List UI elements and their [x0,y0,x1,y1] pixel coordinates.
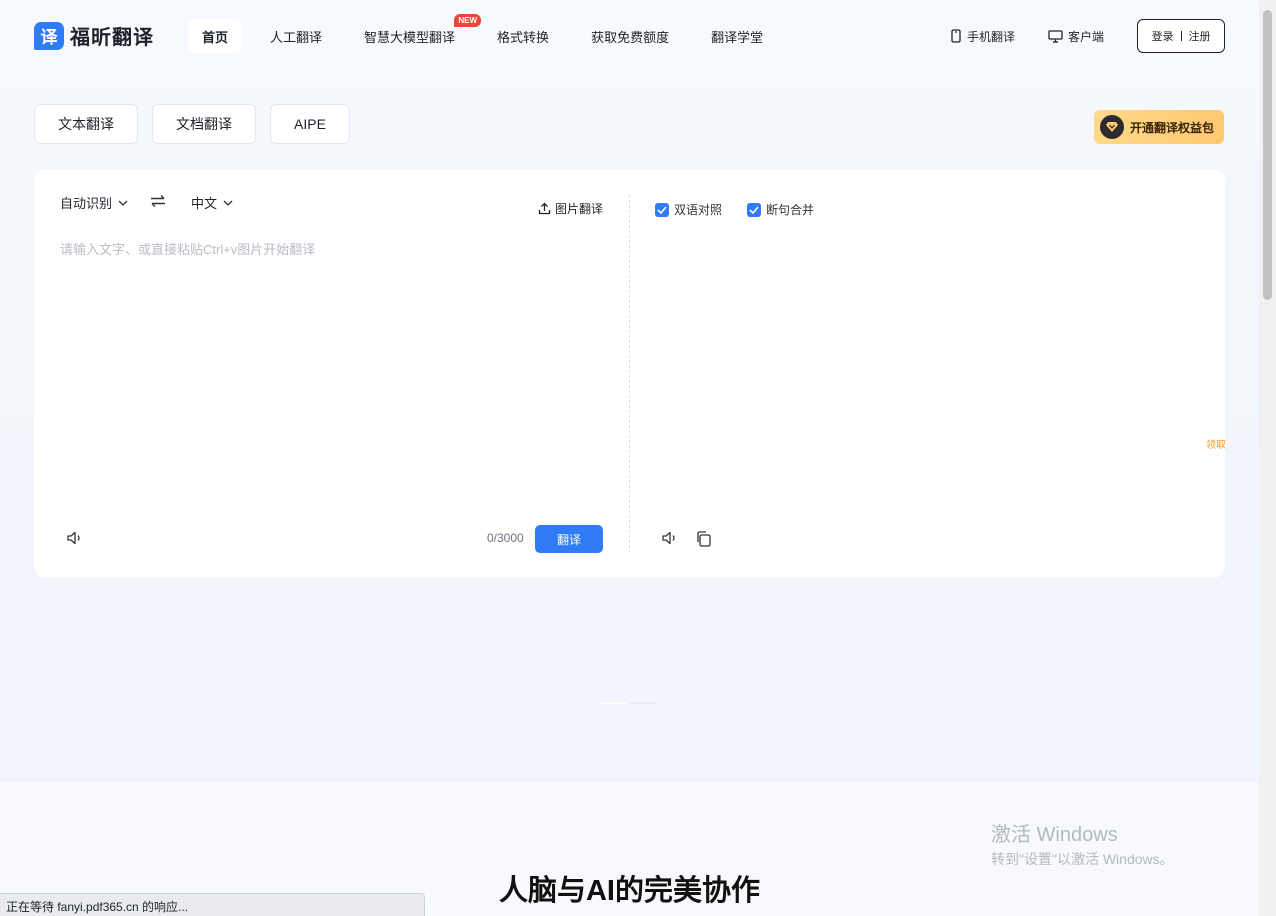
tab-document-translate[interactable]: 文档翻译 [152,104,256,144]
scrollbar-thumb[interactable] [1263,10,1272,300]
logo-icon: 译 [34,21,64,50]
client-label: 客户端 [1067,29,1104,44]
copy-icon[interactable] [695,530,713,548]
mode-tabs: 文本翻译 文档翻译 AIPE [34,104,350,144]
char-count: 0/3000 [487,531,524,545]
target-language-select[interactable]: 中文 [191,193,233,212]
merge-sentences-checkbox[interactable]: 断句合并 [747,201,814,218]
phone-icon [951,29,961,43]
tab-text-translate[interactable]: 文本翻译 [34,104,138,144]
client-link[interactable]: 客户端 [1048,28,1104,45]
mobile-label: 手机翻译 [966,29,1015,44]
mobile-translate-link[interactable]: 手机翻译 [950,28,1015,45]
page: 译 福昕翻译 首页 人工翻译 智慧大模型翻译 NEW 格式转换 获取免费额度 翻… [0,0,1259,916]
tab-aipe[interactable]: AIPE [270,104,350,144]
nav-llm-translation[interactable]: 智慧大模型翻译 NEW [350,14,482,53]
nav-label: 格式转换 [497,29,550,45]
bilingual-label: 双语对照 [674,203,723,217]
translate-panel: 自动识别 中文 图片翻译 0/3000 翻译 双语对照 断句合并 [34,169,1225,578]
watermark-subtitle: 转到"设置"以激活 Windows。 [991,851,1174,867]
windows-activation-watermark: 激活 Windows 转到"设置"以激活 Windows。 [991,818,1174,869]
new-badge: NEW [454,14,482,27]
checkbox-checked-icon [747,202,761,217]
watermark-title: 激活 Windows [991,824,1118,846]
source-speaker-icon[interactable] [65,529,83,547]
nav-format-convert[interactable]: 格式转换 [483,19,563,53]
nav-academy[interactable]: 翻译学堂 [697,19,777,53]
nav-free-quota[interactable]: 获取免费额度 [577,19,683,53]
vip-package-button[interactable]: 开通翻译权益包 [1093,110,1224,144]
chevron-down-icon [223,200,233,206]
header-actions: 手机翻译 客户端 登录 注册 [950,19,1225,53]
bilingual-checkbox[interactable]: 双语对照 [655,201,722,218]
login-button[interactable]: 登录 [1152,28,1174,44]
auth-divider [1180,31,1182,41]
nav-label: 首页 [202,29,229,45]
checkbox-checked-icon [655,202,669,217]
language-bar: 自动识别 中文 [60,193,233,212]
register-button[interactable]: 注册 [1189,28,1211,44]
nav-human-translation[interactable]: 人工翻译 [256,19,336,53]
carousel-dot[interactable] [630,702,656,704]
source-text-input[interactable] [60,239,605,499]
logo[interactable]: 译 福昕翻译 [34,21,154,50]
main-nav: 首页 人工翻译 智慧大模型翻译 NEW 格式转换 获取免费额度 翻译学堂 [188,14,791,53]
nav-home[interactable]: 首页 [188,19,243,53]
upload-icon [538,202,551,215]
target-speaker-icon[interactable] [660,529,678,547]
image-translate-button[interactable]: 图片翻译 [538,200,603,217]
nav-label: 智慧大模型翻译 [364,29,456,45]
monitor-icon [1048,29,1063,43]
diamond-icon [1099,115,1124,139]
swap-language-icon[interactable] [150,194,166,212]
panel-divider [629,195,630,553]
nav-label: 人工翻译 [270,29,323,45]
browser-status-bar: 正在等待 fanyi.pdf365.cn 的响应... [0,893,425,916]
vip-label: 开通翻译权益包 [1129,120,1214,135]
carousel-dot[interactable] [600,702,626,704]
source-language-label: 自动识别 [60,196,113,211]
nav-label: 获取免费额度 [591,29,670,45]
carousel-indicator [600,702,656,704]
chevron-down-icon [118,200,128,206]
translate-button[interactable]: 翻译 [535,525,603,553]
brand-name: 福昕翻译 [70,27,154,49]
image-translate-label: 图片翻译 [555,202,604,216]
header: 译 福昕翻译 首页 人工翻译 智慧大模型翻译 NEW 格式转换 获取免费额度 翻… [0,0,1259,72]
merge-sentences-label: 断句合并 [766,203,815,217]
source-language-select[interactable]: 自动识别 [60,193,128,212]
side-claim-tab[interactable]: 领取 [1206,436,1226,451]
target-language-label: 中文 [191,196,218,211]
auth-box: 登录 注册 [1137,19,1225,53]
vertical-scrollbar[interactable] [1259,0,1276,916]
nav-label: 翻译学堂 [711,29,764,45]
